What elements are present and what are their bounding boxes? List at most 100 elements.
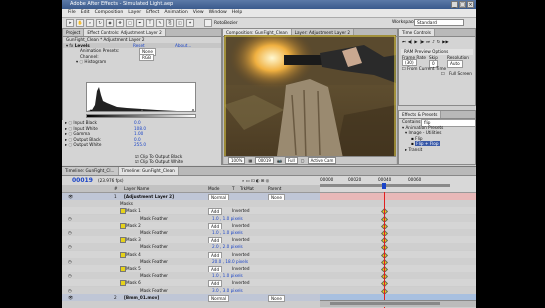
next-frame-icon[interactable]: |▶ — [420, 39, 425, 47]
rectangle-mask-tool-icon[interactable]: □ — [126, 19, 134, 27]
search-layers-icon[interactable]: ⌕ ▭ ⊡ ◐ ⊞ ◎ — [242, 176, 269, 185]
tab-effect-controls[interactable]: Effect Controls: Adjustment Layer 2 — [84, 29, 166, 36]
layer-mode-select[interactable]: Normal — [208, 294, 230, 302]
selection-tool-icon[interactable]: ➤ — [66, 19, 74, 27]
menu-layer[interactable]: Layer — [128, 9, 141, 17]
col-header-layer-name[interactable]: Layer Name — [124, 185, 149, 192]
mask-row[interactable]: Mask 4 Add Inverted — [62, 250, 476, 259]
menu-help[interactable]: Help — [232, 9, 242, 17]
workspace-select[interactable]: Standard — [414, 19, 464, 26]
first-frame-icon[interactable]: ⏮ — [402, 39, 406, 47]
audio-icon[interactable]: ♪ — [432, 39, 435, 47]
masks-group-label[interactable]: Masks — [120, 200, 133, 207]
composition-viewer[interactable] — [224, 35, 396, 163]
mask-name[interactable]: Mask 3 — [126, 236, 141, 243]
mask-feather-row[interactable]: ◷ Mask Feather 1.0 , 1.0 pixels — [62, 229, 476, 238]
property-track[interactable] — [320, 229, 476, 238]
output-gradient-bar[interactable] — [86, 114, 196, 118]
visibility-eye-icon[interactable]: 👁 — [68, 294, 73, 301]
mask-feather-row[interactable]: ◷ Mask Feather 3.0 , 3.0 pixels — [62, 286, 476, 295]
timeline-layer-row[interactable]: 👁 1 [Adjustment Layer 2] Normal None — [62, 193, 476, 201]
pen-tool-icon[interactable]: ✒ — [136, 19, 144, 27]
mask-feather-label[interactable]: Mask Feather — [140, 215, 168, 222]
menu-edit[interactable]: Edit — [81, 9, 90, 17]
mask-inverted-label[interactable]: Inverted — [232, 251, 250, 258]
mask-feather-row[interactable]: ◷ Mask Feather 2.0 , 2.0 pixels — [62, 243, 476, 252]
mask-feather-label[interactable]: Mask Feather — [140, 287, 168, 294]
current-time-indicator[interactable] — [384, 192, 385, 308]
mask-feather-value[interactable]: 3.0 , 3.0 pixels — [212, 287, 243, 294]
menu-effect[interactable]: Effect — [146, 9, 159, 17]
maximize-button[interactable]: □ — [459, 1, 466, 8]
magnification-select[interactable]: 100% — [228, 157, 246, 164]
mask-feather-value[interactable]: 1.0 , 1.0 pixels — [212, 229, 243, 236]
time-ruler[interactable]: 00000 00020 00040 00060 — [320, 176, 476, 192]
property-track[interactable] — [320, 265, 476, 274]
tab-time-controls[interactable]: Time Controls — [399, 29, 435, 36]
mask-inverted-label[interactable]: Inverted — [232, 279, 250, 286]
menu-animation[interactable]: Animation — [164, 9, 187, 17]
property-track[interactable] — [320, 236, 476, 245]
mask-row[interactable]: Mask 6 Add Inverted — [62, 279, 476, 288]
camera-select[interactable]: Active Cam — [307, 157, 337, 164]
property-track[interactable] — [320, 207, 476, 216]
ram-preview-icon[interactable]: ▶▶ — [442, 39, 448, 47]
col-header-mode[interactable]: Mode — [208, 185, 219, 192]
property-track[interactable] — [320, 279, 476, 288]
tree-item-transit[interactable]: ▸ Transit — [399, 147, 475, 153]
mask-feather-label[interactable]: Mask Feather — [140, 243, 168, 250]
menu-view[interactable]: View — [193, 9, 204, 17]
resolution-select[interactable]: Full — [284, 157, 298, 164]
tab-effects-presets[interactable]: Effects & Presets — [399, 111, 442, 118]
layer-name[interactable]: [Adjustment Layer 2] — [124, 193, 174, 200]
timeline-zoom-slider[interactable] — [320, 300, 476, 307]
mask-feather-label[interactable]: Mask Feather — [140, 272, 168, 279]
menu-composition[interactable]: Composition — [95, 9, 124, 17]
parent-select[interactable]: None — [268, 294, 285, 302]
masks-group-row[interactable]: Masks — [62, 200, 476, 208]
play-icon[interactable]: ▶ — [414, 39, 417, 47]
property-track[interactable] — [320, 258, 476, 266]
zoom-tool-icon[interactable]: ⌕ — [86, 19, 94, 27]
mask-inverted-label[interactable]: Inverted — [232, 222, 250, 229]
mask-feather-row[interactable]: ◷ Mask Feather 20.0 , 18.0 pixels — [62, 257, 476, 266]
mask-row[interactable]: Mask 1 Add Inverted — [62, 207, 476, 216]
loop-icon[interactable]: ↻ — [437, 39, 441, 47]
menu-window[interactable]: Window — [209, 9, 227, 17]
prev-frame-icon[interactable]: ◀| — [408, 39, 413, 47]
full-screen-checkbox[interactable]: ☐ — [441, 71, 445, 77]
mask-inverted-label[interactable]: Inverted — [232, 207, 250, 214]
mask-name[interactable]: Mask 4 — [126, 251, 141, 258]
mask-inverted-label[interactable]: Inverted — [232, 236, 250, 243]
eraser-tool-icon[interactable]: ◫ — [176, 19, 184, 27]
stopwatch-icon[interactable]: ◷ — [68, 243, 72, 250]
snapshot-icon[interactable]: 📷 — [277, 158, 282, 163]
layer-name[interactable]: [Bmm_01.mov] — [124, 294, 159, 301]
tab-project[interactable]: Project — [63, 29, 85, 36]
brush-tool-icon[interactable]: ✎ — [156, 19, 164, 27]
param-output-white-value[interactable]: 255.0 — [134, 142, 146, 148]
mask-feather-label[interactable]: Mask Feather — [140, 229, 168, 236]
stopwatch-icon[interactable]: ◷ — [68, 272, 72, 279]
stopwatch-icon[interactable]: ◷ — [68, 229, 72, 236]
grid-icon[interactable]: ▦ — [248, 158, 252, 163]
stopwatch-icon[interactable]: ◷ — [68, 258, 72, 265]
mask-feather-row[interactable]: ◷ Mask Feather 1.0 , 1.0 pixels — [62, 272, 476, 281]
histogram[interactable] — [86, 82, 196, 112]
mask-row[interactable]: Mask 3 Add Inverted — [62, 236, 476, 245]
mask-name[interactable]: Mask 1 — [126, 207, 141, 214]
rotate-tool-icon[interactable]: ↻ — [96, 19, 104, 27]
mask-feather-value[interactable]: 1.0 , 1.0 pixels — [212, 272, 243, 279]
property-track[interactable] — [320, 272, 476, 281]
property-track[interactable] — [320, 251, 476, 259]
mask-feather-value[interactable]: 20.0 , 18.0 pixels — [212, 258, 248, 265]
fx-toggle-icon[interactable]: ▾ fx — [66, 43, 75, 48]
property-track[interactable] — [320, 222, 476, 230]
mask-name[interactable]: Mask 5 — [126, 265, 141, 272]
tab-timeline-1[interactable]: Timeline: GunFight_Cl... — [62, 167, 119, 175]
property-track[interactable] — [320, 200, 476, 207]
rotobezier-checkbox[interactable] — [204, 19, 212, 27]
visibility-eye-icon[interactable]: 👁 — [68, 193, 73, 200]
mask-feather-value[interactable]: 2.0 , 2.0 pixels — [212, 243, 243, 250]
property-track[interactable] — [320, 243, 476, 252]
